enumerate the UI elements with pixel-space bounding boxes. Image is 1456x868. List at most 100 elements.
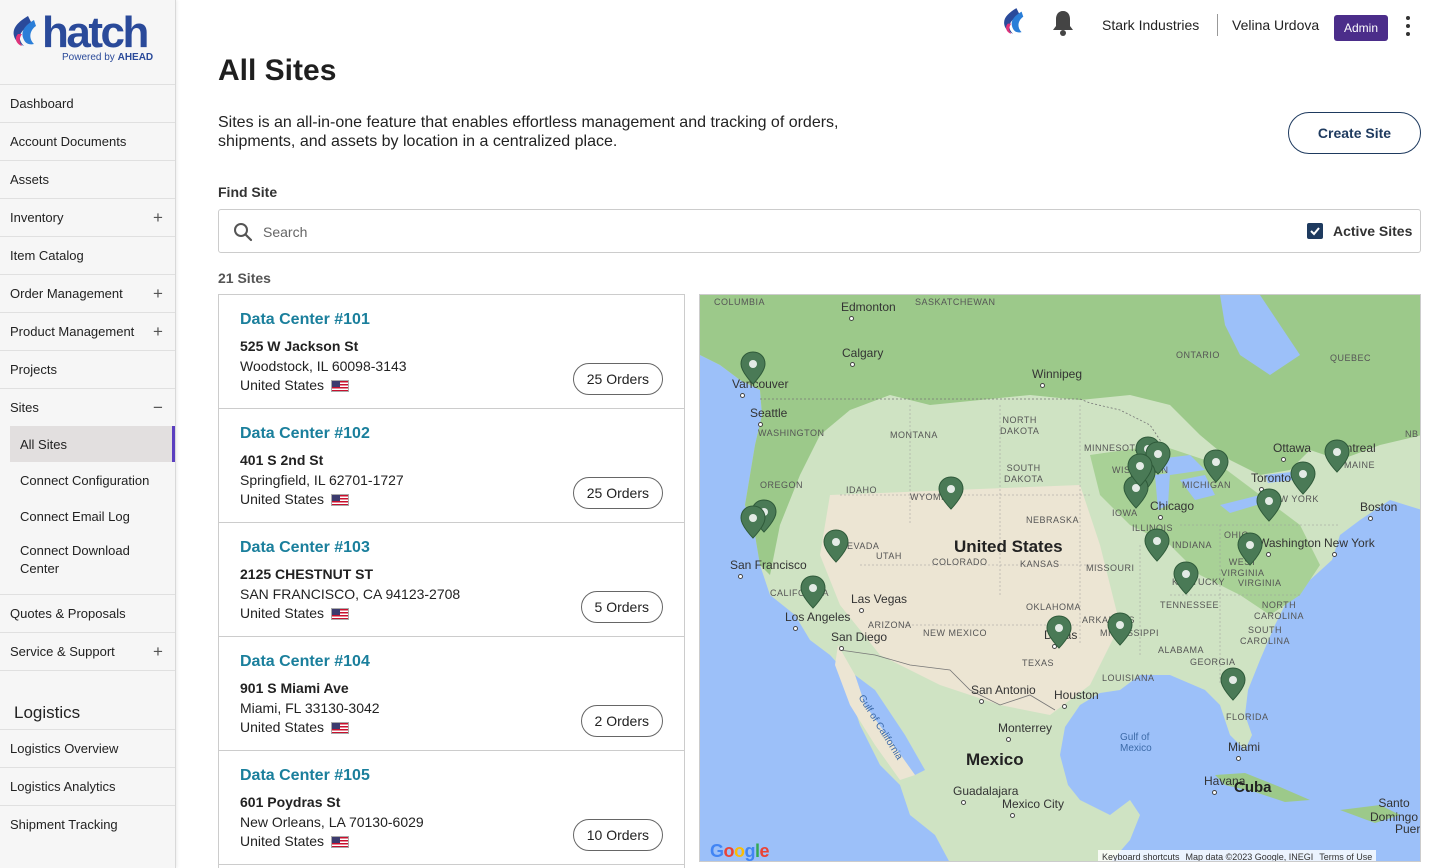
map-region-label: NB	[1405, 429, 1419, 439]
sidebar-subitem-connect-configuration[interactable]: Connect Configuration	[0, 462, 175, 498]
site-map-pin-icon[interactable]	[1237, 532, 1263, 566]
map-city-label: Puer	[1395, 822, 1421, 836]
map-attribution-item[interactable]: Terms of Use	[1319, 852, 1372, 862]
map-city-dot	[839, 646, 844, 651]
site-card[interactable]: Data Center #104 901 S Miami Ave Miami, FL…	[219, 637, 684, 751]
user-name[interactable]: Velina Urdova	[1232, 17, 1319, 33]
site-card[interactable]: Data Center #103 2125 CHESTNUT ST SAN FRAN…	[219, 523, 684, 637]
site-map-pin-icon[interactable]	[823, 529, 849, 563]
orders-button[interactable]: 5 Orders	[580, 591, 663, 623]
collapse-icon[interactable]: −	[151, 399, 165, 416]
site-card[interactable]: Data Center #101 525 W Jackson St Woodstoc…	[219, 295, 684, 409]
google-logo[interactable]: Google	[710, 841, 770, 861]
site-map-pin-icon[interactable]	[740, 351, 766, 385]
site-name-link[interactable]: Data Center #105	[240, 767, 663, 785]
site-name-link[interactable]: Data Center #104	[240, 653, 663, 671]
map-region-label: SOUTH DAKOTA	[1004, 463, 1044, 484]
map-city-label: Boston	[1360, 500, 1398, 514]
more-options-icon[interactable]	[1403, 16, 1413, 36]
sidebar-item-projects[interactable]: Projects	[0, 350, 175, 388]
sidebar-subitem-connect-download-center[interactable]: Connect Download Center	[0, 534, 175, 586]
sites-map[interactable]: Edmonton Calgary Vancouver Seattle Winnipeg O…	[699, 294, 1421, 862]
orders-button[interactable]: 25 Orders	[572, 477, 663, 509]
header-divider	[1217, 14, 1218, 36]
site-map-pin-icon[interactable]	[740, 505, 766, 539]
map-region-label: IDAHO	[846, 485, 878, 495]
map-city-label: Edmonton	[841, 300, 896, 314]
organization-name[interactable]: Stark Industries	[1102, 17, 1199, 33]
sidebar-item-label: Sites	[10, 400, 39, 415]
map-water-label: Gulf of Mexico	[1120, 732, 1152, 754]
map-region-label: MONTANA	[890, 430, 938, 440]
checkbox-checked-icon[interactable]	[1307, 223, 1323, 239]
sidebar-item-dashboard[interactable]: Dashboard	[0, 84, 175, 122]
site-name-link[interactable]: Data Center #102	[240, 425, 663, 443]
hatch-logo[interactable]: hatch Powered by AHEAD	[0, 0, 175, 84]
sidebar-item-inventory[interactable]: Inventory +	[0, 198, 175, 236]
sidebar-item-item-catalog[interactable]: Item Catalog	[0, 236, 175, 274]
site-name-link[interactable]: Data Center #103	[240, 539, 663, 557]
us-flag-icon	[331, 721, 350, 734]
site-map-pin-icon[interactable]	[1173, 561, 1199, 595]
site-card[interactable]: Data Center #102 401 S 2nd St Springfield,…	[219, 409, 684, 523]
hatch-logo-mark-icon	[13, 16, 36, 46]
sidebar-item-label: Dashboard	[10, 96, 74, 111]
sidebar-subitem-all-sites[interactable]: All Sites	[10, 426, 175, 462]
expand-icon[interactable]: +	[151, 209, 165, 226]
map-region-label: WASHINGTON	[758, 428, 825, 438]
site-street: 401 S 2nd St	[240, 452, 324, 468]
expand-icon[interactable]: +	[151, 643, 165, 660]
sidebar-item-product-management[interactable]: Product Management +	[0, 312, 175, 350]
sidebar-item-quotes-proposals[interactable]: Quotes & Proposals	[0, 594, 175, 632]
site-map-pin-icon[interactable]	[1324, 439, 1350, 473]
map-city-dot	[1368, 516, 1373, 521]
map-city-dot	[758, 422, 763, 427]
map-region-label: MISSOURI	[1086, 563, 1135, 573]
site-map-pin-icon[interactable]	[1220, 667, 1246, 701]
site-map-pin-icon[interactable]	[1290, 461, 1316, 495]
sidebar-item-label: Product Management	[10, 324, 135, 339]
expand-icon[interactable]: +	[151, 323, 165, 340]
sidebar-item-sites[interactable]: Sites −	[0, 388, 175, 426]
sidebar-item-label: Projects	[10, 362, 57, 377]
site-card[interactable]: Data Center #105 601 Poydras St New Orlean…	[219, 751, 684, 865]
site-search-bar: Active Sites	[218, 209, 1421, 253]
site-map-pin-icon[interactable]	[1144, 528, 1170, 562]
orders-button[interactable]: 2 Orders	[580, 705, 663, 737]
site-map-pin-icon[interactable]	[800, 575, 826, 609]
orders-button[interactable]: 10 Orders	[572, 819, 663, 851]
site-name-link[interactable]: Data Center #101	[240, 311, 663, 329]
map-attribution-item[interactable]: Keyboard shortcuts	[1102, 852, 1180, 862]
site-map-pin-icon[interactable]	[1203, 449, 1229, 483]
map-attribution-item: Map data ©2023 Google, INEGI	[1185, 851, 1314, 862]
sidebar-subitem-connect-email-log[interactable]: Connect Email Log	[0, 498, 175, 534]
sidebar-item-assets[interactable]: Assets	[0, 160, 175, 198]
sidebar-item-shipment-tracking[interactable]: Shipment Tracking	[0, 805, 175, 843]
map-city-dot	[738, 574, 743, 579]
site-street: 2125 CHESTNUT ST	[240, 566, 374, 582]
hatch-app-icon[interactable]	[1001, 5, 1025, 37]
active-sites-checkbox[interactable]: Active Sites	[1307, 223, 1412, 239]
site-map-pin-icon[interactable]	[1127, 453, 1153, 487]
sidebar-item-order-management[interactable]: Order Management +	[0, 274, 175, 312]
map-region-label: UTAH	[876, 551, 902, 561]
site-map-pin-icon[interactable]	[938, 476, 964, 510]
site-map-pin-icon[interactable]	[1256, 488, 1282, 522]
create-site-button[interactable]: Create Site	[1288, 112, 1421, 154]
us-flag-icon	[331, 493, 350, 506]
orders-button[interactable]: 25 Orders	[572, 363, 663, 395]
map-region-label: INDIANA	[1172, 540, 1213, 550]
notifications-bell-icon[interactable]	[1051, 9, 1075, 37]
search-input[interactable]	[263, 220, 1163, 244]
sites-count: 21 Sites	[218, 270, 271, 286]
site-map-pin-icon[interactable]	[1046, 615, 1072, 649]
sidebar-item-service-support[interactable]: Service & Support +	[0, 632, 175, 670]
sidebar-item-logistics-overview[interactable]: Logistics Overview	[0, 729, 175, 767]
map-city-label: Houston	[1054, 688, 1099, 702]
site-map-pin-icon[interactable]	[1107, 612, 1133, 646]
sidebar-item-logistics-analytics[interactable]: Logistics Analytics	[0, 767, 175, 805]
map-region-label: OKLAHOMA	[1026, 602, 1082, 612]
google-logo-letter: o	[734, 841, 745, 861]
sidebar-item-account-documents[interactable]: Account Documents	[0, 122, 175, 160]
expand-icon[interactable]: +	[151, 285, 165, 302]
